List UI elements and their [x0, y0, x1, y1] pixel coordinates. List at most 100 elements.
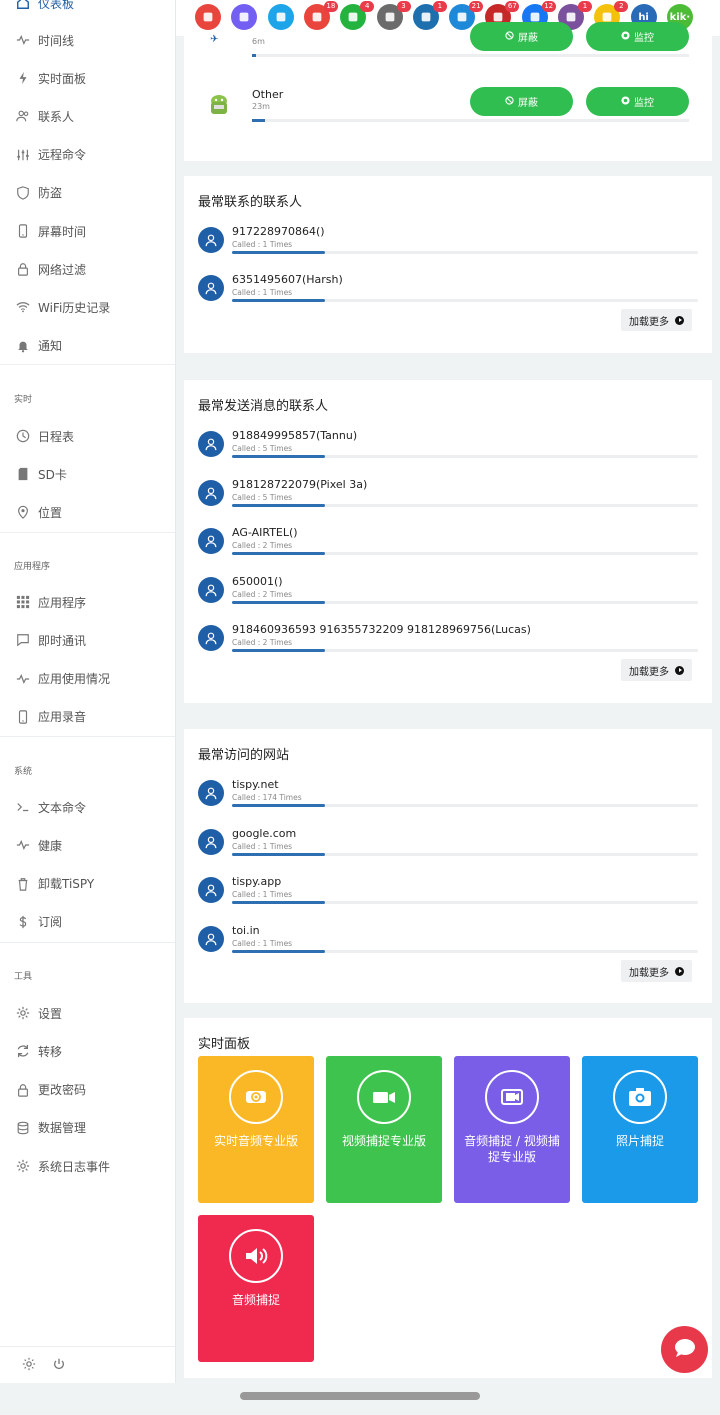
gear-icon [16, 1159, 30, 1173]
item-name: 918849995857(Tannu) [232, 429, 358, 442]
notification-badge: 1 [578, 1, 592, 12]
sidebar-item-tools-2[interactable]: 更改密码 [0, 1075, 175, 1105]
sidebar-item-system-3[interactable]: 订阅 [0, 907, 175, 937]
sidebar-item-label: 联系人 [38, 109, 75, 124]
keyboard-app-icon[interactable]: 3 [376, 1, 411, 30]
progress-fill [232, 299, 326, 302]
divider [0, 736, 175, 737]
terminal-icon [16, 800, 30, 814]
notification-badge: 18 [323, 1, 338, 12]
sidebar-item-main-0[interactable]: 时间线 [0, 25, 175, 55]
avatar [198, 576, 224, 603]
list-item[interactable]: tispy.net Called : 174 Times [198, 778, 698, 824]
sidebar-item-label: 卸载TiSPY [38, 877, 95, 892]
progress-bar [232, 804, 698, 807]
sidebar-item-main-7[interactable]: WiFi历史记录 [0, 292, 175, 322]
messages-app-icon[interactable] [267, 4, 294, 30]
live-tile-1[interactable]: 视频捕捉专业版 [326, 1056, 442, 1203]
live-tile-4[interactable]: 音频捕捉 [198, 1215, 314, 1362]
sidebar-item-tools-3[interactable]: 数据管理 [0, 1113, 175, 1143]
block-button[interactable]: 屏蔽 [470, 22, 573, 51]
item-count: Called : 1 Times [232, 288, 293, 297]
live-tile-0[interactable]: 实时音频专业版 [198, 1056, 314, 1203]
tile-label: 音频捕捉 / 视频捕捉专业版 [464, 1134, 560, 1164]
monitor-button[interactable]: 监控 [586, 87, 689, 116]
monitor-button[interactable]: 监控 [586, 22, 689, 51]
home-indicator[interactable] [240, 1392, 480, 1400]
sidebar-item-tools-4[interactable]: 系统日志事件 [0, 1151, 175, 1181]
sidebar-item-apps-0[interactable]: 应用程序 [0, 587, 175, 617]
sidebar-item-system-1[interactable]: 健康 [0, 830, 175, 860]
chat-icon [16, 633, 30, 647]
sidebar-item-dashboard[interactable]: 仪表板 [0, 0, 175, 18]
item-count: Called : 5 Times [232, 492, 293, 502]
list-item[interactable]: AG-AIRTEL() Called : 2 Times [198, 526, 698, 572]
viber-app-icon[interactable] [231, 4, 258, 30]
progress-fill [232, 804, 326, 807]
gear-icon[interactable] [22, 1356, 36, 1375]
sidebar-item-realtime-1[interactable]: SD卡 [0, 459, 175, 489]
sidebar-item-realtime-2[interactable]: 位置 [0, 497, 175, 527]
pulse-icon [16, 33, 30, 47]
notification-app-icon[interactable]: 21 [449, 1, 484, 30]
sidebar-item-tools-0[interactable]: 设置 [0, 998, 175, 1028]
sidebar-item-realtime-0[interactable]: 日程表 [0, 421, 175, 451]
sidebar-item-label: 数据管理 [38, 1121, 87, 1136]
sidebar-item-label: 文本命令 [38, 800, 87, 815]
top-messaged-card: 最常发送消息的联系人 918849995857(Tannu) Called : 5… [184, 380, 712, 703]
power-icon[interactable] [52, 1356, 66, 1375]
item-name: 650001() [232, 574, 283, 588]
user-icon [205, 234, 217, 247]
progress-bar [232, 600, 698, 604]
sidebar-item-apps-2[interactable]: 应用使用情况 [0, 664, 175, 694]
sidebar-item-main-1[interactable]: 实时面板 [0, 63, 175, 93]
avatar [198, 925, 224, 952]
item-name: toi.in [232, 923, 260, 937]
app-icon-text: kik· [669, 11, 691, 23]
sidebar-item-label: 转移 [38, 1044, 63, 1059]
sidebar-item-system-0[interactable]: 文本命令 [0, 792, 175, 822]
avatar [198, 227, 224, 253]
app-name: Other [252, 88, 284, 101]
live-tile-2[interactable]: 音频捕捉 / 视频捕捉专业版 [454, 1056, 570, 1203]
sidebar-item-apps-3[interactable]: 应用录音 [0, 702, 175, 732]
list-item[interactable]: 650001() Called : 2 Times [198, 574, 698, 621]
sidebar-item-label: 实时面板 [38, 71, 87, 86]
list-item[interactable]: 918128722079(Pixel 3a) Called : 5 Times [198, 478, 698, 524]
sidebar-item-tools-1[interactable]: 转移 [0, 1036, 175, 1066]
live-tile-3[interactable]: 照片捕捉 [582, 1056, 698, 1203]
list-item[interactable]: 918849995857(Tannu) Called : 5 Times [198, 429, 698, 475]
user-icon [205, 787, 217, 800]
gallery-app-icon[interactable]: 18 [303, 1, 338, 30]
sidebar-item-system-2[interactable]: 卸载TiSPY [0, 869, 175, 899]
android-icon [208, 92, 230, 118]
block-button[interactable]: 屏蔽 [470, 87, 573, 116]
user-icon [205, 884, 217, 897]
sidebar-item-main-8[interactable]: 通知 [0, 331, 175, 361]
sidebar-item-main-4[interactable]: 防盗 [0, 178, 175, 208]
video-app-icon[interactable] [195, 4, 221, 30]
list-item[interactable]: tispy.app Called : 1 Times [198, 875, 698, 921]
lock-icon [16, 262, 30, 276]
sidebar-item-label: 仪表板 [38, 0, 75, 11]
sidebar-footer [0, 1346, 175, 1383]
sidebar-item-main-2[interactable]: 联系人 [0, 101, 175, 131]
sidebar-item-label: 通知 [38, 339, 63, 354]
list-item[interactable]: 917228970864() Called : 1 Times [198, 225, 698, 271]
sidebar-item-main-3[interactable]: 远程命令 [0, 140, 175, 170]
load-more-button[interactable]: 加载更多 [621, 309, 692, 331]
load-more-button[interactable]: 加载更多 [621, 659, 692, 681]
progress-fill [232, 552, 326, 555]
progress-fill [232, 455, 326, 458]
trash-icon [16, 877, 30, 891]
chat-button[interactable] [661, 1326, 708, 1373]
sidebar-item-apps-1[interactable]: 即时通讯 [0, 625, 175, 655]
whatsapp-app-icon[interactable]: 4 [340, 1, 375, 30]
progress-fill [232, 852, 326, 856]
device-app-icon[interactable]: 1 [412, 1, 447, 30]
list-item[interactable]: google.com Called : 1 Times [198, 827, 698, 873]
pulse-icon [16, 838, 30, 852]
sidebar-item-main-6[interactable]: 网络过滤 [0, 254, 175, 284]
load-more-button[interactable]: 加载更多 [621, 960, 692, 982]
sidebar-item-main-5[interactable]: 屏幕时间 [0, 216, 175, 246]
